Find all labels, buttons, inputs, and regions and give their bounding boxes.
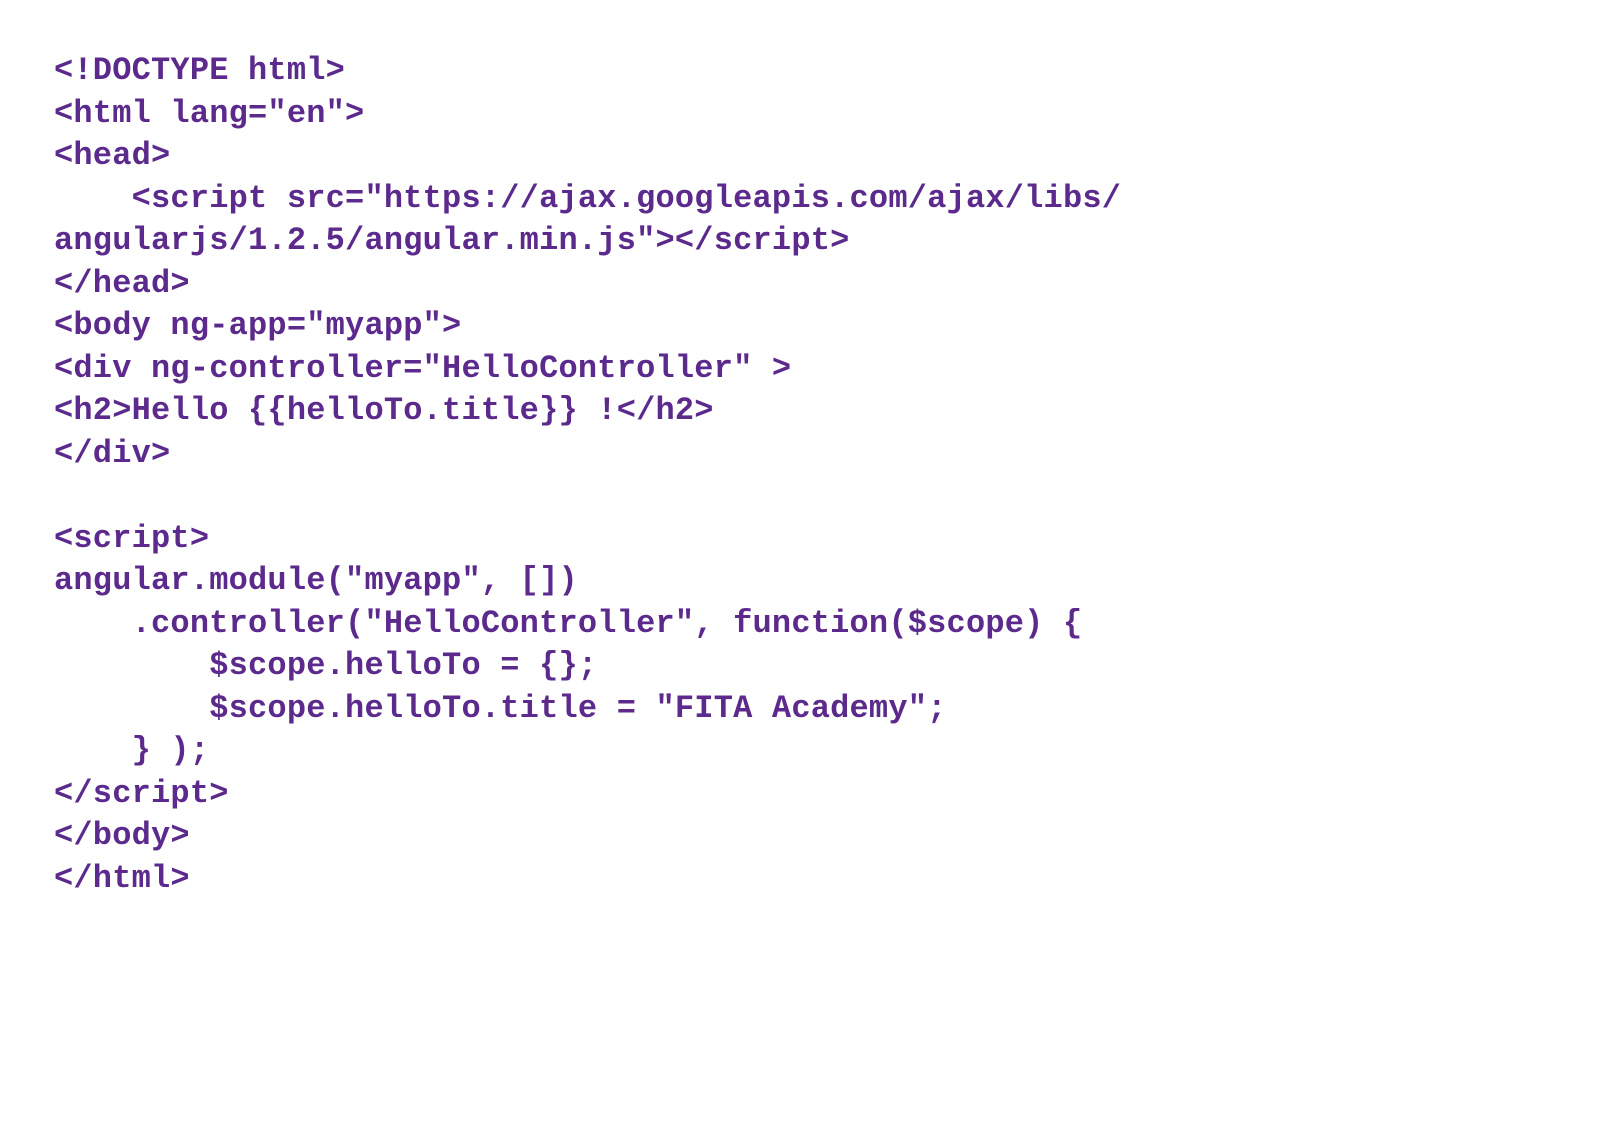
code-snippet: <!DOCTYPE html> <html lang="en"> <head> … [0,0,1600,900]
